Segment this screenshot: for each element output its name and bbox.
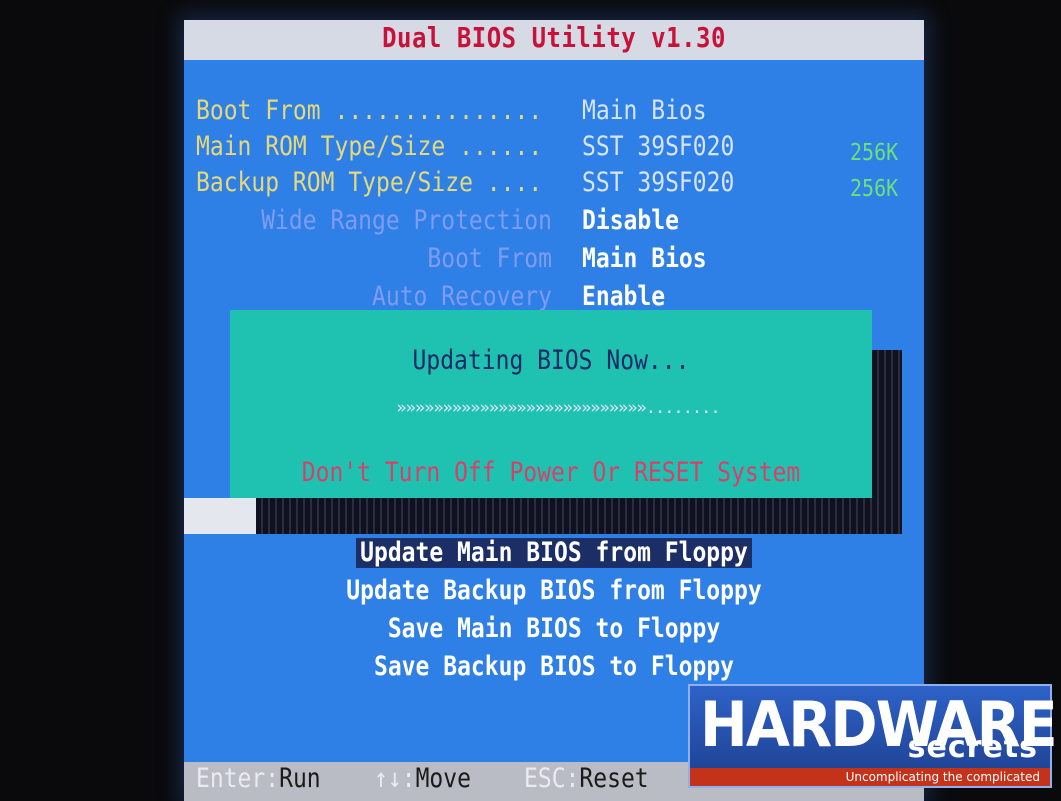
key-esc: ESC — [524, 764, 566, 794]
menu-label: Update Backup BIOS from Floppy — [346, 576, 762, 606]
hint-run[interactable]: Enter:Run — [196, 764, 321, 794]
setting-label-wide-range-protection: Wide Range Protection — [261, 206, 552, 236]
action-move: Move — [415, 764, 471, 794]
info-size-backup-rom: 256K — [850, 174, 899, 202]
setting-label-auto-recovery: Auto Recovery — [371, 282, 552, 312]
setting-label-boot-from: Boot From — [427, 244, 552, 274]
hint-move[interactable]: ↑↓:Move — [374, 764, 471, 794]
menu-label: Update Main BIOS from Floppy — [356, 538, 752, 568]
info-label-boot-from: Boot From ............... — [196, 96, 543, 126]
setting-value-wide-range-protection[interactable]: Disable — [582, 206, 679, 236]
menu-label: Save Main BIOS to Floppy — [387, 614, 721, 644]
action-reset: Reset — [579, 764, 649, 794]
info-size-main-rom: 256K — [850, 138, 899, 166]
setting-value-auto-recovery[interactable]: Enable — [582, 282, 665, 312]
info-value-backup-rom: SST 39SF020 — [582, 168, 735, 198]
hint-reset[interactable]: ESC:Reset — [524, 764, 649, 794]
setting-value-boot-from[interactable]: Main Bios — [582, 244, 707, 274]
info-value-boot-from: Main Bios — [582, 96, 707, 126]
info-value-main-rom: SST 39SF020 — [582, 132, 735, 162]
title-bar: Dual BIOS Utility v1.30 — [184, 20, 924, 60]
warning-message: Don't Turn Off Power Or RESET System — [301, 458, 801, 488]
progress-indicator: »»»»»»»»»»»»»»»»»»»»»»»»»»»........ — [298, 398, 818, 418]
window-title: Dual BIOS Utility v1.30 — [382, 21, 726, 55]
menu-label: Save Backup BIOS to Floppy — [373, 652, 735, 682]
menu-update-main-bios[interactable]: Update Main BIOS from Floppy — [184, 538, 924, 568]
logo-tagline: Uncomplicating the complicated — [690, 768, 1050, 786]
progress-remaining: ........ — [645, 398, 721, 418]
progress-done: »»»»»»»»»»»»»»»»»»»»»»»»»»» — [396, 398, 646, 418]
logo-sub: secrets — [907, 730, 1038, 765]
dialog-title: Updating BIOS Now... — [412, 346, 690, 376]
dialog-shadow-edge — [184, 498, 256, 534]
key-arrows: ↑↓ — [374, 764, 402, 794]
menu-save-backup-bios[interactable]: Save Backup BIOS to Floppy — [184, 652, 924, 682]
info-label-backup-rom: Backup ROM Type/Size .... — [196, 168, 543, 198]
hardware-secrets-logo: HARDWARE secrets Uncomplicating the comp… — [688, 684, 1058, 788]
menu-save-main-bios[interactable]: Save Main BIOS to Floppy — [184, 614, 924, 644]
info-label-main-rom: Main ROM Type/Size ...... — [196, 132, 543, 162]
key-enter: Enter — [196, 764, 266, 794]
update-dialog: Updating BIOS Now... »»»»»»»»»»»»»»»»»»»… — [230, 310, 872, 498]
menu-update-backup-bios[interactable]: Update Backup BIOS from Floppy — [184, 576, 924, 606]
action-run: Run — [279, 764, 321, 794]
